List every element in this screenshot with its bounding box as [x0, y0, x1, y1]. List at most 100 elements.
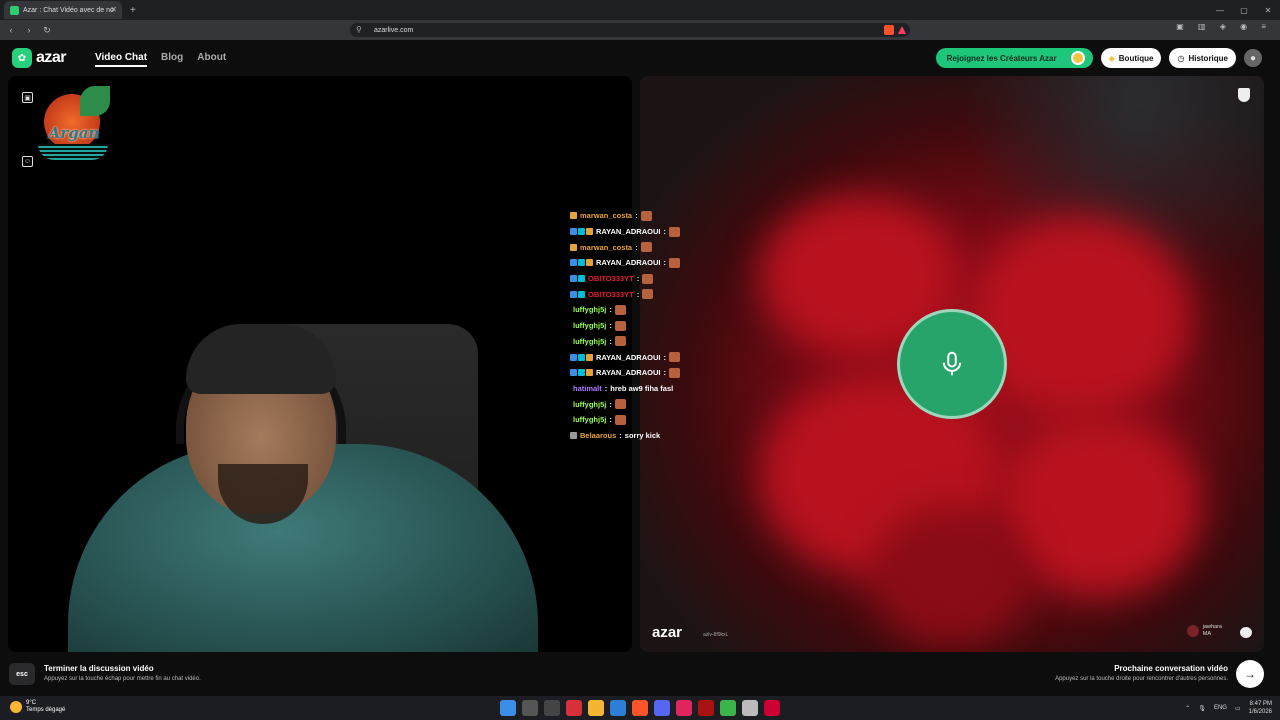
address-bar[interactable]: ⚲ azarlive.com: [350, 23, 910, 37]
file-explorer-icon[interactable]: [588, 700, 604, 716]
reload-icon[interactable]: ↻: [40, 25, 54, 36]
app-chrome-icon[interactable]: [764, 700, 780, 716]
chat-badge-icon: [570, 290, 577, 298]
chat-emote-icon: [640, 210, 652, 221]
chat-emote-icon: [614, 336, 626, 347]
chat-message: luffyghj5j:: [570, 334, 770, 350]
partner-name: jawhara: [1202, 624, 1222, 630]
profile-icon[interactable]: ●: [1244, 49, 1262, 67]
chat-badge-icon: [570, 369, 577, 377]
weather-widget[interactable]: 9°C Temps dégagé: [10, 700, 65, 714]
app-green-icon[interactable]: [720, 700, 736, 716]
esc-key-button[interactable]: esc: [9, 663, 35, 685]
minimize-icon[interactable]: —: [1208, 6, 1232, 15]
end-chat-hint: Appuyez sur la touche échap pour mettre …: [44, 676, 201, 682]
new-tab-button[interactable]: +: [130, 5, 136, 16]
brave-rewards-icon[interactable]: [898, 26, 906, 34]
taskbar-clock[interactable]: 8:47 PM 1/6/2026: [1249, 700, 1272, 716]
app-pink-icon[interactable]: [676, 700, 692, 716]
microphone-icon[interactable]: [897, 309, 1007, 419]
chat-badge-icon: [578, 228, 585, 236]
maximize-icon[interactable]: ▢: [1232, 6, 1256, 15]
app-darkred-icon[interactable]: [698, 700, 714, 716]
windows-start-icon[interactable]: [500, 700, 516, 716]
shop-button[interactable]: ◆ Boutique: [1100, 48, 1162, 68]
report-shield-icon[interactable]: [1238, 88, 1250, 102]
chat-message: RAYAN_ADRAOUI:: [570, 255, 770, 271]
join-creators-label: Rejoignez les Créateurs Azar: [946, 53, 1057, 63]
next-arrow-button[interactable]: →: [1236, 660, 1264, 688]
task-view-icon[interactable]: [544, 700, 560, 716]
partner-id: azlv-8f9kxL: [703, 632, 729, 638]
chat-emote-icon: [642, 289, 654, 300]
next-chat-hint: Appuyez sur la touche droite pour rencon…: [1055, 676, 1228, 682]
gem-icon: ◆: [1108, 53, 1115, 63]
streamer-logo-text: Argan: [48, 124, 100, 142]
history-button[interactable]: ◷ Historique: [1169, 48, 1236, 68]
bottom-bar: esc Terminer la discussion vidéo Appuyez…: [0, 652, 1280, 696]
search-icon[interactable]: [522, 700, 538, 716]
chat-username: RAYAN_ADRAOUI: [596, 352, 661, 362]
chat-badge-icon: [578, 353, 585, 361]
chat-message: OBITO333YT:: [570, 286, 770, 302]
azar-logo[interactable]: ✿ azar: [12, 48, 67, 68]
nav-blog[interactable]: Blog: [161, 52, 183, 67]
chat-badges: [570, 228, 593, 236]
chat-text: hreb aw9 fiha fasl: [610, 383, 674, 393]
taskbar-apps: [500, 700, 780, 716]
tray-mic-icon[interactable]: 🎙: [1198, 705, 1206, 712]
sticker-icon[interactable]: ☺: [22, 156, 33, 167]
brave-shield-icon[interactable]: [884, 25, 894, 35]
chat-separator: :: [609, 321, 612, 331]
clock-time: 8:47 PM: [1249, 701, 1272, 707]
browser-toolbar: ‹ › ↻ ⚲ azarlive.com ▣ ▥ ◈ ◉ ≡: [0, 20, 1280, 40]
effects-icon[interactable]: ▣: [22, 92, 33, 103]
chat-badges: [570, 353, 593, 361]
app-white-icon[interactable]: [742, 700, 758, 716]
creator-avatar-icon: [1070, 51, 1085, 65]
chat-emote-icon: [668, 257, 680, 268]
next-chat-title: Prochaine conversation vidéo: [1114, 664, 1228, 673]
tray-network-icon[interactable]: ▭: [1235, 705, 1241, 712]
close-tab-icon[interactable]: ✕: [110, 5, 117, 14]
chat-badges: [570, 431, 577, 439]
chat-separator: :: [609, 336, 612, 346]
close-window-icon[interactable]: ✕: [1256, 6, 1280, 15]
discord-icon[interactable]: [654, 700, 670, 716]
header-actions: Rejoignez les Créateurs Azar ◆ Boutique …: [935, 48, 1262, 68]
chat-badges: [570, 259, 593, 267]
forward-icon[interactable]: ›: [22, 25, 36, 35]
chat-badge-icon: [570, 243, 577, 251]
azar-logo-icon: ✿: [12, 48, 32, 68]
partner-info[interactable]: jawhara MA: [1186, 624, 1222, 638]
chat-username: OBITO333YT: [588, 289, 634, 299]
tray-chevron-icon[interactable]: ⌃: [1185, 705, 1190, 712]
azar-site: ✿ azar Video Chat Blog About Rejoignez l…: [0, 40, 1280, 696]
url-text: azarlive.com: [374, 26, 414, 34]
chat-separator: :: [636, 274, 640, 284]
nav-about[interactable]: About: [197, 52, 226, 67]
streamer-logo-image: Argan: [30, 86, 116, 168]
chat-separator: :: [663, 258, 666, 268]
chat-emote-icon: [668, 226, 680, 237]
chat-badge-icon: [570, 275, 577, 283]
brave-browser-icon[interactable]: [632, 700, 648, 716]
chat-badges: [570, 290, 585, 298]
browser-tabbar: Azar : Chat Vidéo avec de no ✕ + — ▢ ✕: [0, 0, 1280, 20]
app-red-icon[interactable]: [566, 700, 582, 716]
language-indicator[interactable]: ENG: [1214, 705, 1227, 711]
chat-bubble-icon[interactable]: [1240, 627, 1252, 638]
azar-favicon-icon: [10, 5, 19, 15]
store-icon[interactable]: [610, 700, 626, 716]
browser-extension-icons[interactable]: ▣ ▥ ◈ ◉ ≡: [1176, 22, 1272, 31]
chat-username: marwan_costa: [580, 211, 633, 221]
nav-video-chat[interactable]: Video Chat: [95, 52, 148, 67]
join-creators-button[interactable]: Rejoignez les Créateurs Azar: [935, 48, 1093, 68]
main-nav: Video Chat Blog About: [95, 52, 226, 67]
chat-message: RAYAN_ADRAOUI:: [570, 365, 770, 381]
back-icon[interactable]: ‹: [4, 25, 18, 35]
browser-tab[interactable]: Azar : Chat Vidéo avec de no ✕: [4, 1, 122, 19]
bookmark-icon[interactable]: ⚲: [356, 25, 362, 34]
chat-separator: :: [619, 430, 622, 440]
chat-username: RAYAN_ADRAOUI: [596, 368, 661, 378]
